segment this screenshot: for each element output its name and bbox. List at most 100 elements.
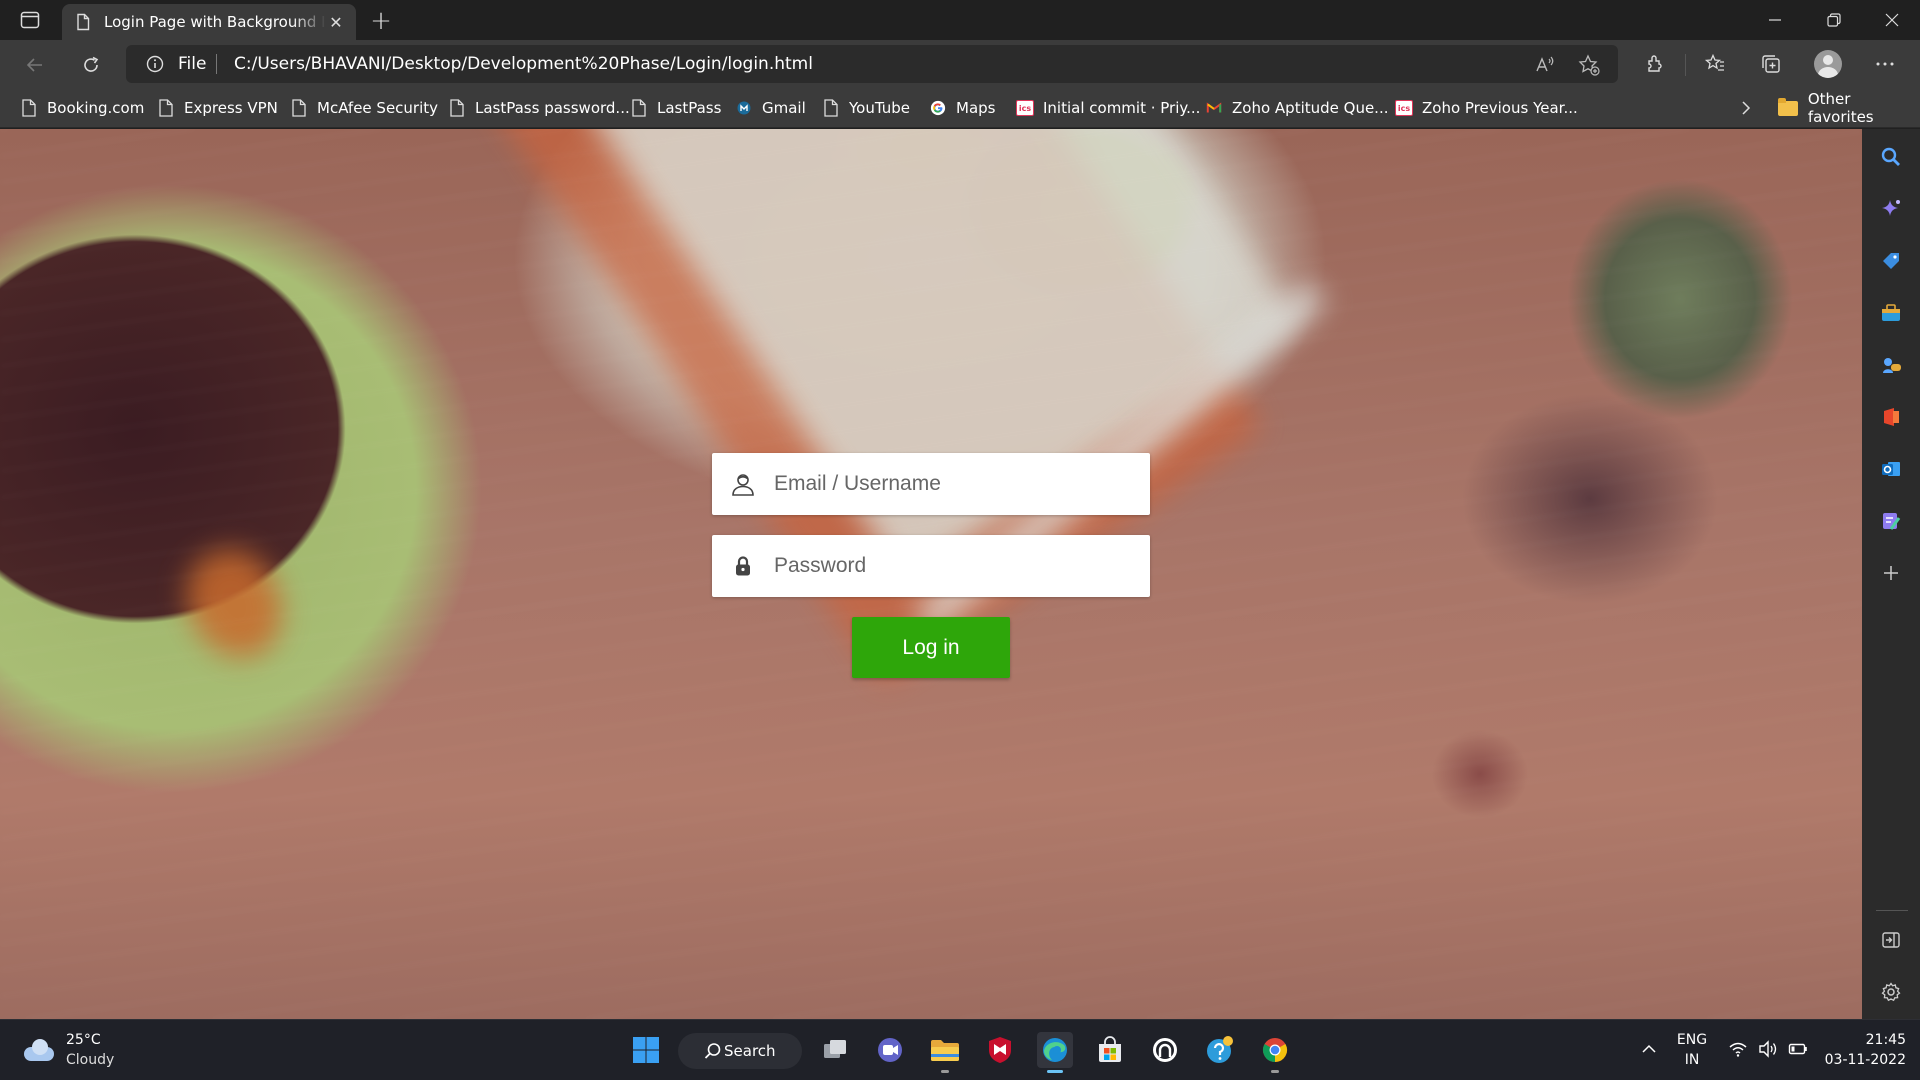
- start-button[interactable]: [628, 1032, 664, 1068]
- refresh-button[interactable]: [76, 50, 106, 80]
- user-icon: [730, 471, 756, 497]
- taskbar-search[interactable]: Search: [678, 1033, 802, 1069]
- close-tab-icon[interactable]: ✕: [326, 12, 346, 32]
- address-separator: [216, 54, 217, 74]
- add-icon[interactable]: [1879, 561, 1903, 585]
- profile-avatar[interactable]: [1814, 50, 1842, 78]
- get-help-icon[interactable]: [1202, 1032, 1238, 1068]
- username-field: [712, 453, 1150, 515]
- search-label: Search: [724, 1042, 776, 1060]
- page-icon: [448, 99, 466, 117]
- login-form: Log in: [712, 453, 1150, 678]
- windows-taskbar: 25°C Cloudy Search ENG IN 21:45 03-11-20…: [0, 1019, 1920, 1080]
- clock-time: 21:45: [1865, 1032, 1906, 1048]
- favorite-booking[interactable]: Booking.com: [20, 96, 144, 120]
- tab-title: Login Page with Background Image: [104, 13, 326, 31]
- favorite-label: Maps: [956, 99, 996, 117]
- folder-icon: [1778, 97, 1798, 116]
- minimize-button[interactable]: [1747, 0, 1803, 40]
- page-background: Log in: [0, 129, 1862, 1019]
- toolbox-icon[interactable]: [1879, 301, 1903, 325]
- mcafee-icon[interactable]: [982, 1032, 1018, 1068]
- extensions-icon[interactable]: [1642, 51, 1668, 77]
- favorite-zoho-previous[interactable]: ics Zoho Previous Year...: [1395, 96, 1578, 120]
- gmail-icon: [735, 99, 753, 117]
- info-icon[interactable]: [146, 55, 164, 73]
- page-icon: [290, 99, 308, 117]
- page-icon: [822, 99, 840, 117]
- password-input[interactable]: [764, 535, 1134, 597]
- favorite-lastpass-password[interactable]: LastPass password...: [448, 96, 630, 120]
- chevron-right-icon[interactable]: [1734, 96, 1758, 120]
- microsoft-store-icon[interactable]: [1092, 1032, 1128, 1068]
- username-input[interactable]: [764, 453, 1134, 515]
- clock-date: 03-11-2022: [1824, 1052, 1906, 1068]
- add-favorite-icon[interactable]: [1578, 54, 1600, 76]
- favorites-bar: Booking.com Express VPN McAfee Security …: [0, 88, 1920, 128]
- volume-icon[interactable]: [1757, 1038, 1779, 1060]
- password-field: [712, 535, 1150, 597]
- designer-icon[interactable]: [1879, 509, 1903, 533]
- address-bar[interactable]: File C:/Users/BHAVANI/Desktop/Developmen…: [126, 45, 1618, 83]
- edge-browser-icon[interactable]: [1037, 1032, 1073, 1073]
- favorite-maps[interactable]: Maps: [929, 96, 995, 120]
- favorite-initial-commit[interactable]: ics Initial commit · Priy...: [1016, 96, 1200, 120]
- settings-gear-icon[interactable]: [1879, 980, 1903, 1004]
- search-icon[interactable]: [1879, 145, 1903, 169]
- teams-chat-icon[interactable]: [872, 1032, 908, 1068]
- favorite-label: Initial commit · Priy...: [1043, 99, 1201, 117]
- file-explorer-icon[interactable]: [927, 1032, 963, 1073]
- task-view-icon[interactable]: [817, 1032, 853, 1068]
- hide-sidebar-icon[interactable]: [1879, 928, 1903, 952]
- show-hidden-icons-chevron-up-icon[interactable]: [1638, 1038, 1660, 1060]
- more-menu-icon[interactable]: [1872, 51, 1898, 77]
- system-clock[interactable]: 21:45 03-11-2022: [1822, 1030, 1906, 1070]
- battery-icon[interactable]: [1787, 1038, 1809, 1060]
- office-icon[interactable]: [1879, 405, 1903, 429]
- favorite-mcafee[interactable]: McAfee Security: [290, 96, 438, 120]
- weather-widget[interactable]: 25°C Cloudy: [24, 1030, 114, 1070]
- shopping-tag-icon[interactable]: [1879, 249, 1903, 273]
- back-button[interactable]: [20, 50, 50, 80]
- page-icon: [630, 99, 648, 117]
- toolbar-separator: [1685, 54, 1686, 76]
- favorite-zoho-aptitude[interactable]: Zoho Aptitude Que...: [1205, 96, 1389, 120]
- collections-icon[interactable]: [1758, 51, 1784, 77]
- input-language[interactable]: ENG IN: [1674, 1030, 1710, 1070]
- zoho-m-icon: [1205, 99, 1223, 117]
- language-code: ENG: [1676, 1032, 1708, 1048]
- running-indicator: [1047, 1070, 1063, 1073]
- login-button[interactable]: Log in: [852, 617, 1010, 678]
- weather-temperature: 25°C: [66, 1032, 101, 1048]
- favorite-label: Zoho Previous Year...: [1422, 99, 1578, 117]
- read-aloud-icon[interactable]: [1534, 54, 1556, 76]
- tab-actions-icon[interactable]: [14, 8, 46, 32]
- favorite-folder-label: Other favorites: [1807, 90, 1874, 126]
- restore-button[interactable]: [1806, 0, 1862, 40]
- active-tab[interactable]: Login Page with Background Image ✕: [62, 4, 356, 40]
- new-tab-button[interactable]: +: [366, 6, 396, 36]
- browser-toolbar: File C:/Users/BHAVANI/Desktop/Developmen…: [0, 40, 1920, 88]
- ics-icon: ics: [1395, 99, 1413, 117]
- games-icon[interactable]: [1879, 353, 1903, 377]
- favorite-lastpass[interactable]: LastPass: [630, 96, 721, 120]
- favorite-label: Gmail: [762, 99, 806, 117]
- edge-sidebar: [1862, 129, 1920, 1019]
- sparkle-icon[interactable]: [1879, 197, 1903, 221]
- favorite-youtube[interactable]: YouTube: [822, 96, 910, 120]
- ics-icon: ics: [1016, 99, 1034, 117]
- wifi-icon[interactable]: [1727, 1038, 1749, 1060]
- favorite-label: LastPass: [657, 99, 722, 117]
- region-code: IN: [1684, 1052, 1700, 1068]
- github-desktop-icon[interactable]: [1147, 1032, 1183, 1068]
- chrome-icon[interactable]: [1257, 1032, 1293, 1073]
- google-icon: [929, 99, 947, 117]
- close-window-button[interactable]: [1864, 0, 1920, 40]
- address-scheme: File: [178, 54, 207, 74]
- favorite-gmail[interactable]: Gmail: [735, 96, 806, 120]
- favorite-express-vpn[interactable]: Express VPN: [157, 96, 278, 120]
- outlook-icon[interactable]: [1879, 457, 1903, 481]
- address-url[interactable]: C:/Users/BHAVANI/Desktop/Development%20P…: [234, 54, 813, 74]
- favorites-icon[interactable]: [1702, 51, 1728, 77]
- other-favorites-folder[interactable]: Other favorites: [1778, 90, 1920, 126]
